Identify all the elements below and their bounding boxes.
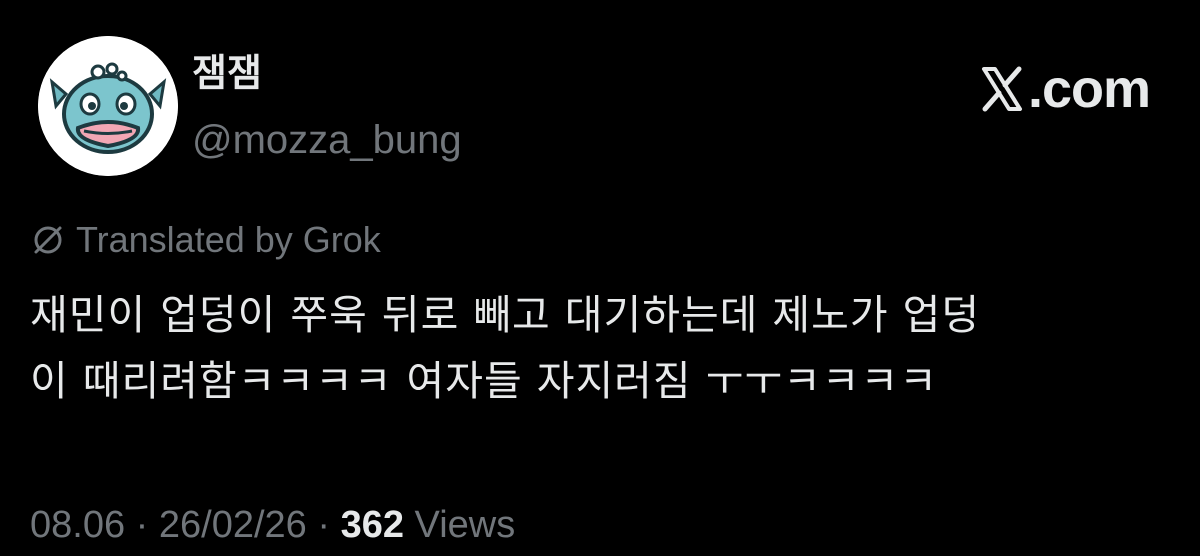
- meta-separator: ·: [135, 504, 149, 546]
- brand-watermark: .com: [978, 59, 1151, 119]
- avatar-character-icon: [38, 36, 178, 176]
- meta-separator: ·: [317, 504, 331, 546]
- x-logo-icon: [978, 65, 1026, 113]
- globe-slash-icon: [30, 222, 66, 258]
- user-handle[interactable]: @mozza_bung: [192, 120, 462, 160]
- tweet-time[interactable]: 08.06: [30, 504, 125, 546]
- tweet-text: 재민이 업덩이 쭈욱 뒤로 빼고 대기하는데 제노가 업덩 이 때리려함ㅋㅋㅋㅋ…: [30, 282, 1170, 414]
- translated-by-grok[interactable]: Translated by Grok: [30, 222, 381, 258]
- tweet-text-line-2: 이 때리려함ㅋㅋㅋㅋ 여자들 자지러짐 ㅜㅜㅋㅋㅋㅋ: [30, 357, 938, 405]
- tweet-date[interactable]: 26/02/26: [159, 504, 307, 546]
- tweet-text-line-1: 재민이 업덩이 쭈욱 뒤로 빼고 대기하는데 제노가 업덩: [30, 291, 981, 339]
- views-label: Views: [414, 504, 516, 546]
- views-count[interactable]: 362: [341, 504, 404, 546]
- translated-label: Translated by Grok: [76, 219, 381, 260]
- tweet-meta: 08.06 · 26/02/26 · 362 Views: [30, 506, 515, 544]
- brand-text: .com: [1027, 59, 1151, 119]
- display-name[interactable]: 잼잼: [192, 54, 262, 92]
- avatar[interactable]: [38, 36, 178, 176]
